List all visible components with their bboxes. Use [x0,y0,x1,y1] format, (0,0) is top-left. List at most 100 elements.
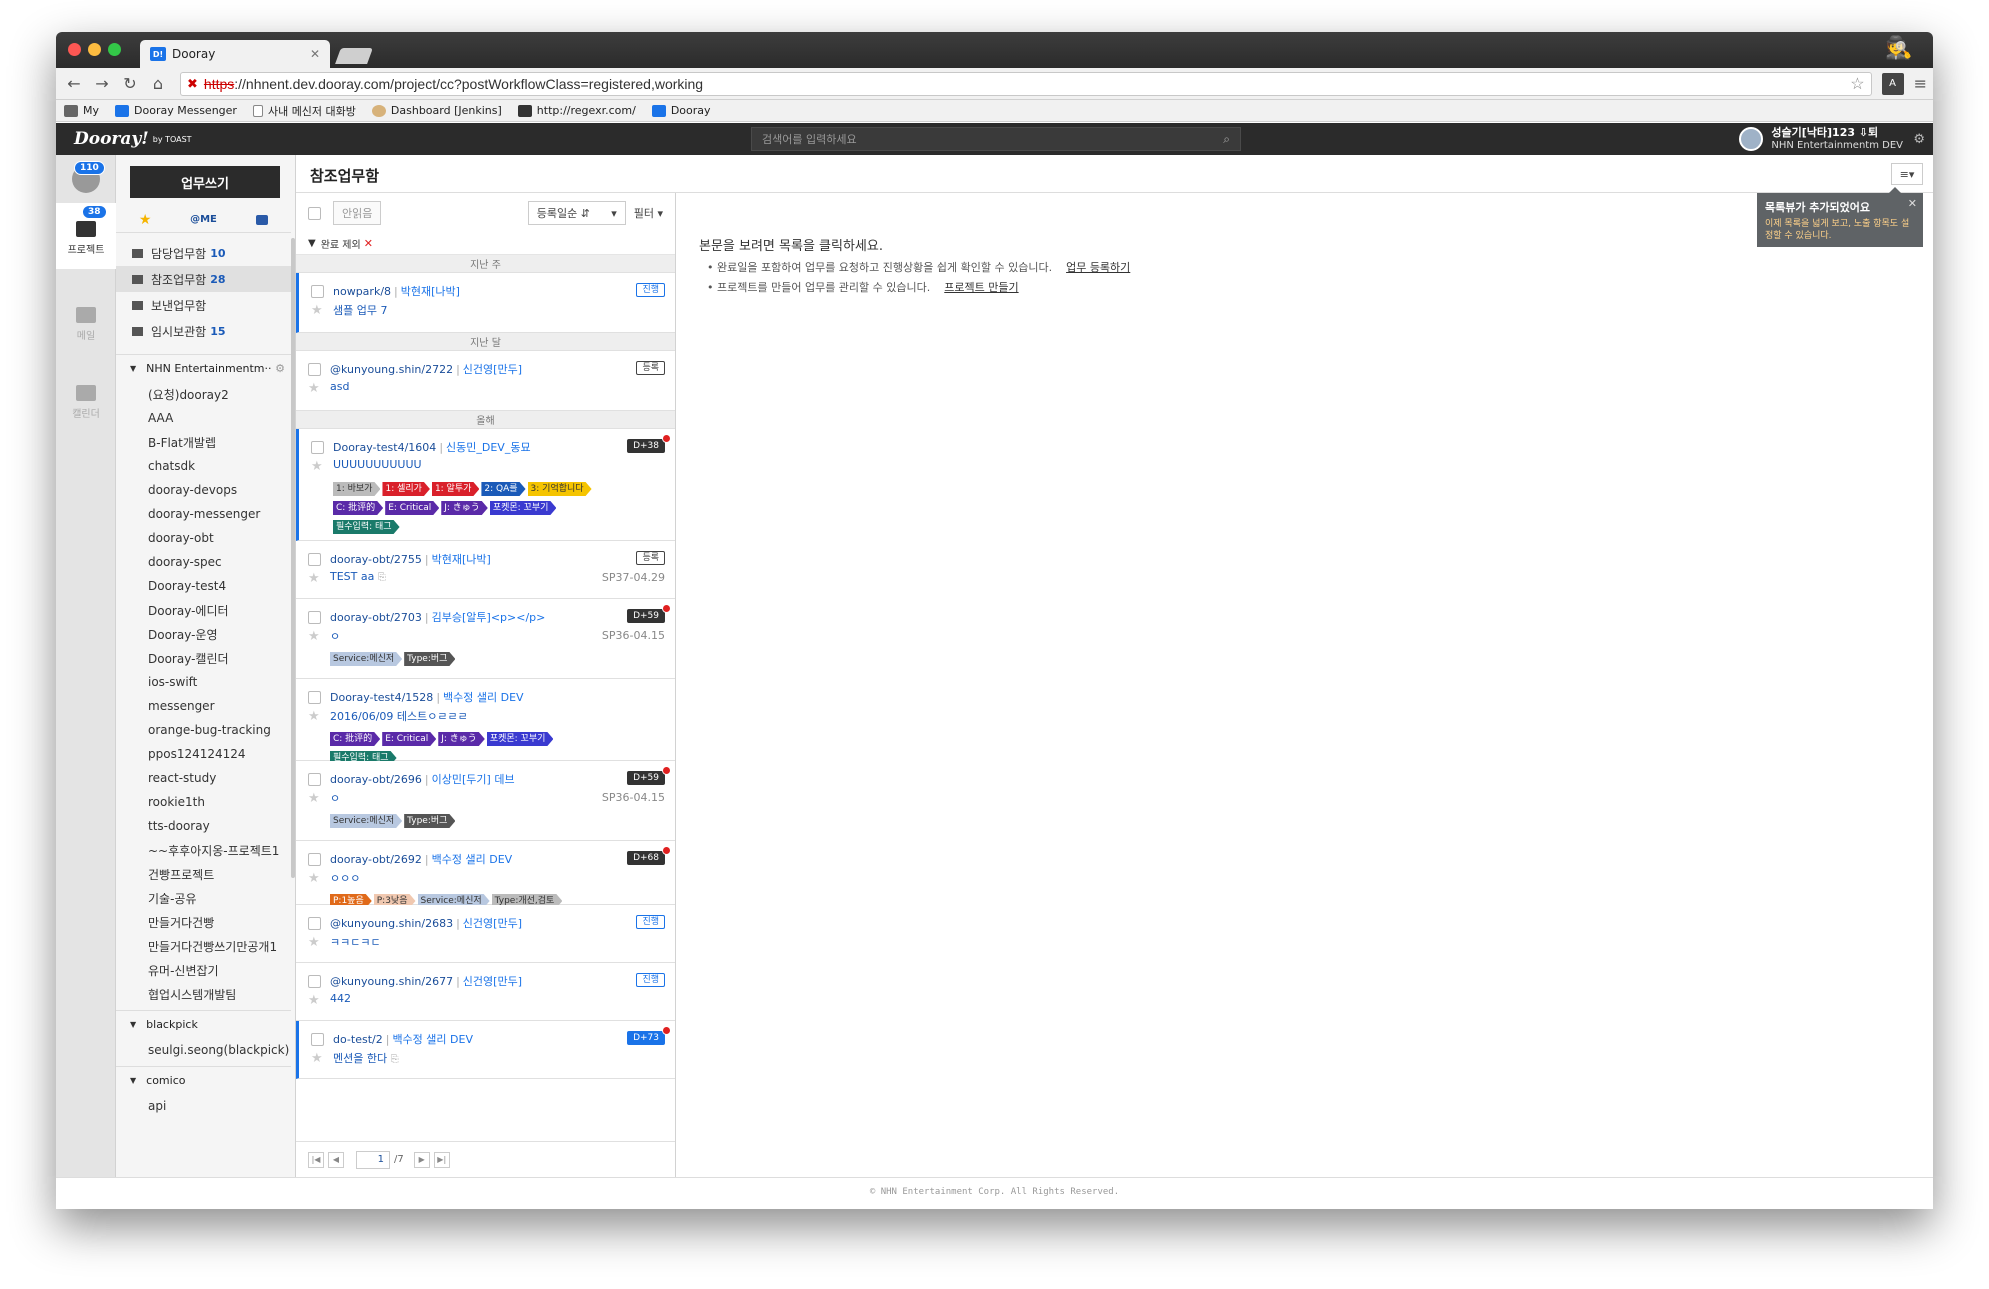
list-item[interactable]: ★ @kunyoung.shin/2683 | 신건영[만두] ㅋㅋㄷㅋㄷ 진행 [296,905,675,963]
item-id[interactable]: @kunyoung.shin/2677 [330,975,453,988]
bookmark-chatroom[interactable]: 사내 메신저 대화방 [252,103,356,119]
reload-icon[interactable]: ↻ [118,72,142,96]
rail-home[interactable]: 110 [56,161,116,193]
item-title[interactable]: asd [330,380,665,396]
list-item[interactable]: ★ dooray-obt/2692 | 백수정 샐리 DEV ㅇㅇㅇ P:1높음 P:… [296,841,675,905]
group-gear-icon[interactable]: ⚙ [275,362,285,375]
create-project-link[interactable]: 프로젝트 만들기 [944,281,1018,294]
home-icon[interactable]: ⌂ [146,72,170,96]
folder-drafts[interactable]: 임시보관함 15 [116,318,291,344]
item-title[interactable]: 샘플 업무 7 [333,302,665,318]
sidebar-project-item[interactable]: Dooray-test4 [116,574,291,598]
item-title[interactable]: 442 [330,992,665,1008]
star-icon[interactable]: ★ [311,459,323,474]
user-menu[interactable]: 성슬기[낙타]123 ⇩퇴 NHN Entertainmentm DEV [1739,125,1903,153]
item-user[interactable]: 박현재[나박] [432,553,491,566]
list-item[interactable]: ★ @kunyoung.shin/2722 | 신건영[만두] asd 등록 [296,351,675,411]
tag[interactable]: 1: 셀리가 [382,482,429,496]
item-id[interactable]: dooray-obt/2703 [330,611,422,624]
item-user[interactable]: 백수정 샐리 DEV [432,853,513,866]
sidebar-project-item[interactable]: (요청)dooray2 [116,382,291,406]
bookmark-my[interactable]: My [64,104,99,117]
unread-filter-button[interactable]: 안읽음 [333,201,382,225]
star-icon[interactable]: ★ [308,791,320,806]
address-bar[interactable]: ✖ https ://nhnent.dev.dooray.com/project… [180,71,1872,96]
sidebar-project-item[interactable]: rookie1th [116,790,291,814]
item-title[interactable]: UUUUUUUUUUU [333,458,665,474]
item-user[interactable]: 이상민[두기] 데브 [432,773,515,786]
rail-calendar[interactable]: 캘린더 [56,385,116,420]
tag[interactable]: E: Critical [382,732,436,746]
item-user[interactable]: 신건영[만두] [463,975,522,988]
sidebar-project-item[interactable]: orange-bug-tracking [116,718,291,742]
browser-menu-icon[interactable]: ≡ [1914,74,1927,93]
sidebar-project-item[interactable]: dooray-messenger [116,502,291,526]
item-checkbox[interactable] [308,917,321,930]
item-checkbox[interactable] [308,853,321,866]
item-title[interactable]: TEST aa [330,570,374,583]
forward-icon[interactable]: → [90,72,114,96]
item-checkbox[interactable] [311,1033,324,1046]
search-input[interactable]: 검색어를 입력하세요 ⌕ [751,127,1241,151]
sidebar-project-item[interactable]: 만들거다건빵 [116,910,291,934]
tag[interactable]: C: 批评的 [333,501,383,515]
project-group-comico[interactable]: ▼ comico [116,1066,291,1094]
project-group-blackpick[interactable]: ▼ blackpick [116,1010,291,1038]
zoom-window-button[interactable] [108,43,121,56]
tag[interactable]: E: Critical [385,501,439,515]
item-id[interactable]: @kunyoung.shin/2722 [330,363,453,376]
item-checkbox[interactable] [308,773,321,786]
list-item[interactable]: ★ @kunyoung.shin/2677 | 신건영[만두] 442 진행 [296,963,675,1021]
item-title[interactable]: 멘션을 한다 [333,1052,387,1065]
item-checkbox[interactable] [311,441,324,454]
bookmark-dooray[interactable]: Dooray [651,104,711,117]
rail-mail[interactable]: 메일 [56,307,116,342]
item-checkbox[interactable] [308,975,321,988]
sort-dropdown[interactable]: 등록일순 ⇵ ▾ [527,201,626,225]
sidebar-project-item[interactable]: seulgi.seong(blackpick) [116,1038,291,1062]
list-item[interactable]: ★ do-test/2 | 백수정 샐리 DEV 멘션을 한다 ⎘ D+73 [296,1021,675,1079]
project-group-nhn[interactable]: ▼ NHN Entertainmentm·· ⚙ [116,354,291,382]
star-icon[interactable]: ★ [311,303,323,318]
prev-page-icon[interactable]: ◀ [328,1151,344,1168]
close-window-button[interactable] [68,43,81,56]
tab-starred[interactable]: ★ [116,207,174,232]
settings-gear-icon[interactable]: ⚙ [1913,132,1925,147]
item-checkbox[interactable] [311,285,324,298]
sidebar-project-item[interactable]: react-study [116,766,291,790]
item-user[interactable]: 백수정 샐리 DEV [443,691,524,704]
folder-cc[interactable]: 참조업무함 28 [116,266,291,292]
search-icon[interactable]: ⌕ [1223,132,1230,147]
star-icon[interactable]: ★ [308,935,320,950]
next-page-icon[interactable]: ▶ [413,1151,430,1168]
sidebar-project-item[interactable]: tts-dooray [116,814,291,838]
first-page-icon[interactable]: |◀ [308,1151,324,1168]
browser-tab[interactable]: D! Dooray ✕ [140,40,330,68]
minimize-window-button[interactable] [88,43,101,56]
item-checkbox[interactable] [308,691,321,704]
tag[interactable]: Type:버그 [404,652,455,666]
tag[interactable]: 포켓몬: 꼬부기 [487,732,554,746]
page-input[interactable]: 1 [356,1150,390,1169]
rail-project[interactable]: 38 프로젝트 [56,203,116,269]
star-icon[interactable]: ★ [308,381,320,396]
bookmark-jenkins[interactable]: Dashboard [Jenkins] [371,104,502,117]
item-checkbox[interactable] [308,363,321,376]
sidebar-scrollbar[interactable] [291,238,295,878]
tag[interactable]: C: 批评的 [330,732,380,746]
sidebar-project-item[interactable]: 건빵프로젝트 [116,862,291,886]
tag[interactable]: 필수입력: 태그 [333,520,400,534]
item-id[interactable]: dooray-obt/2696 [330,773,422,786]
item-checkbox[interactable] [308,611,321,624]
tab-comments[interactable] [233,207,291,232]
last-page-icon[interactable]: ▶| [433,1151,450,1168]
sidebar-project-item[interactable]: AAA [116,406,291,430]
sidebar-project-item[interactable]: api [116,1094,291,1118]
sidebar-project-item[interactable]: dooray-devops [116,478,291,502]
back-icon[interactable]: ← [62,72,86,96]
item-user[interactable]: 김부승[알투]<p></p> [432,611,546,624]
star-icon[interactable]: ★ [308,709,320,724]
sidebar-project-item[interactable]: 기술-공유 [116,886,291,910]
item-user[interactable]: 박현재[나박] [401,285,460,298]
sidebar-project-item[interactable]: chatsdk [116,454,291,478]
